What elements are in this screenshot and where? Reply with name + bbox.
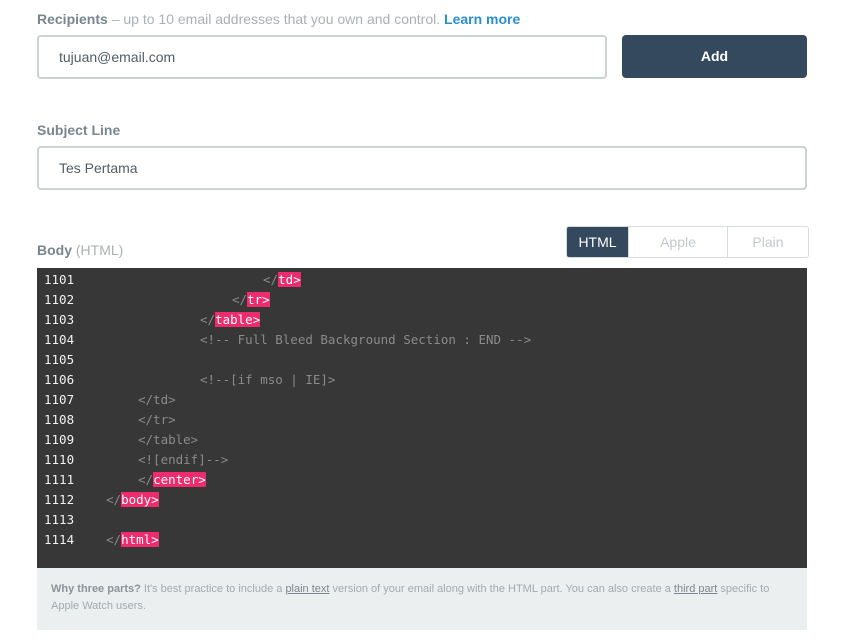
highlighted-tag: body> [121,492,159,507]
code-text: </html> [106,530,159,550]
add-button[interactable]: Add [622,35,807,78]
code-prefix: <![endif]--> [138,452,229,467]
line-number: 1104 [44,332,75,347]
line-number: 1108 [44,412,75,427]
plain-text-link[interactable]: plain text [285,583,329,595]
code-prefix: <!-- Full Bleed Background Section : END… [200,332,532,347]
code-text: <!--[if mso | IE]> [200,370,335,390]
tab-apple-watch[interactable]: Apple Watch [628,227,727,257]
code-prefix: </ [106,532,122,547]
code-text: <![endif]--> [138,450,228,470]
code-line: 1106 <!--[if mso | IE]> [37,370,807,390]
three-parts-note: Why three parts? It's best practice to i… [37,568,807,630]
code-text: </td> [138,390,176,410]
line-number: 1106 [44,372,75,387]
code-text: </center> [138,470,206,490]
recipients-label: Recipients [37,11,108,27]
code-prefix: <!--[if mso | IE]> [200,372,336,387]
line-number: 1114 [44,532,75,547]
code-line: 1110 <![endif]--> [37,450,807,470]
learn-more-link[interactable]: Learn more [444,11,520,27]
line-number: 1112 [44,492,75,507]
tab-plain-text[interactable]: Plain Text [727,227,808,257]
code-text: </td> [263,270,301,290]
code-text: </table> [138,430,198,450]
code-line: 1104 <!-- Full Bleed Background Section :… [37,330,807,350]
highlighted-tag: td> [278,272,301,287]
recipients-input[interactable]: tujuan@email.com [37,35,607,79]
code-prefix: </ [232,292,248,307]
code-line: 1101 </td> [37,270,807,290]
code-text: </body> [106,490,159,510]
note-text-2: version of your email along with the HTM… [329,583,674,595]
line-number: 1110 [44,452,75,467]
highlighted-tag: tr> [247,292,270,307]
highlighted-tag: html> [121,532,159,547]
code-editor[interactable]: 1101 </td> 1102 </tr> 1103 </table> 1104 <!-- F… [37,268,807,568]
subject-label: Subject Line [37,122,121,138]
code-prefix: </ [200,312,216,327]
code-prefix: </td> [138,392,176,407]
body-format-tabs: HTML Apple Watch Plain Text [566,226,809,258]
code-line: 1114 </html> [37,530,807,550]
code-prefix: </tr> [138,412,176,427]
highlighted-tag: table> [215,312,261,327]
line-number: 1107 [44,392,75,407]
line-number: 1109 [44,432,75,447]
line-number: 1103 [44,312,75,327]
code-prefix: </table> [138,432,199,447]
note-title: Why three parts? [51,583,141,595]
code-line: 1103 </table> [37,310,807,330]
code-prefix: </ [263,272,279,287]
code-line: 1112 </body> [37,490,807,510]
code-text: <!-- Full Bleed Background Section : END… [200,330,531,350]
code-text: </table> [200,310,261,330]
code-line: 1105 [37,350,807,370]
code-line: 1111 </center> [37,470,807,490]
line-number: 1101 [44,272,75,287]
line-number: 1102 [44,292,75,307]
code-prefix: </ [138,472,154,487]
body-format: (HTML) [75,242,124,258]
code-line: 1109 </table> [37,430,807,450]
line-number: 1113 [44,512,75,527]
tab-html[interactable]: HTML [567,227,628,257]
recipients-hint: – up to 10 email addresses that you own … [111,11,441,27]
note-text-1: It's best practice to include a [140,583,286,595]
line-number: 1105 [44,352,75,367]
recipients-label-row: Recipients – up to 10 email addresses th… [37,11,520,27]
subject-input[interactable]: Tes Pertama [37,146,807,190]
highlighted-tag: center> [153,472,206,487]
third-part-link[interactable]: third part [674,583,717,595]
code-text: </tr> [232,290,270,310]
code-prefix: </ [106,492,122,507]
code-line: 1113 [37,510,807,530]
code-line: 1108 </tr> [37,410,807,430]
body-label-row: Body (HTML) [37,242,123,258]
code-line: 1107 </td> [37,390,807,410]
line-number: 1111 [44,472,75,487]
body-label: Body [37,242,72,258]
code-text: </tr> [138,410,176,430]
code-line: 1102 </tr> [37,290,807,310]
